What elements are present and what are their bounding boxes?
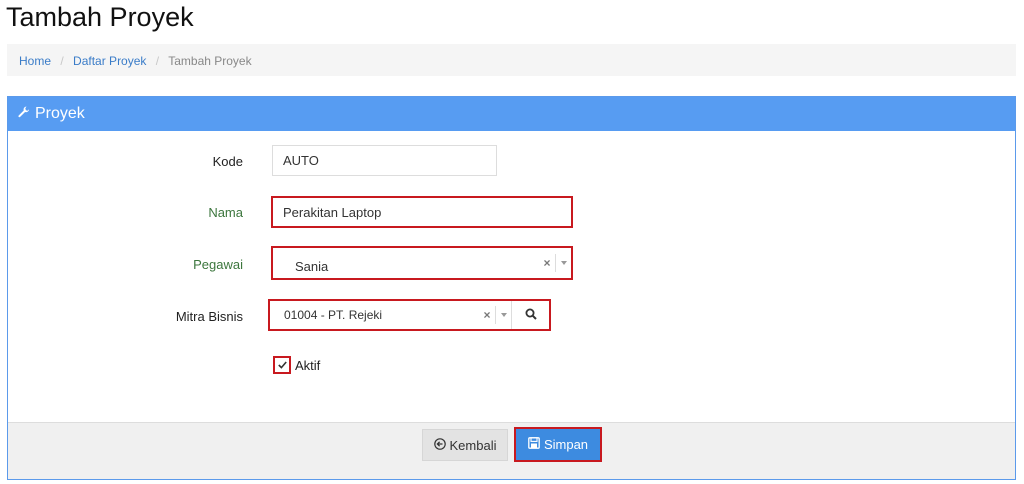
aktif-label[interactable]: Aktif [295, 358, 320, 373]
save-button[interactable]: Simpan [514, 427, 602, 462]
wrench-icon [18, 105, 30, 123]
panel-footer: Kembali Simpan [8, 422, 1015, 479]
nama-value: Perakitan Laptop [283, 204, 382, 220]
pegawai-value: Sania [295, 258, 329, 274]
check-icon [277, 356, 287, 374]
aktif-checkbox[interactable] [273, 356, 291, 374]
mitra-select[interactable]: 01004 - PT. Rejeki × [268, 299, 551, 331]
pegawai-label: Pegawai [193, 257, 243, 272]
breadcrumb-home-link[interactable]: Home [19, 54, 51, 68]
back-button[interactable]: Kembali [422, 429, 508, 461]
back-arrow-icon [433, 437, 446, 453]
nama-field[interactable]: Perakitan Laptop [271, 196, 573, 228]
mitra-label: Mitra Bisnis [175, 309, 243, 324]
back-button-label: Kembali [449, 437, 497, 453]
breadcrumb-separator: / [60, 54, 64, 68]
panel-heading: Proyek [8, 97, 1015, 131]
breadcrumb: Home / Daftar Proyek / Tambah Proyek [7, 44, 1016, 76]
kode-value: AUTO [283, 153, 319, 168]
chevron-down-icon[interactable] [495, 306, 511, 324]
breadcrumb-current: Tambah Proyek [168, 54, 252, 68]
pegawai-select[interactable]: Sania × [271, 246, 573, 280]
save-button-label: Simpan [543, 437, 589, 452]
clear-icon[interactable]: × [479, 308, 495, 322]
page-title: Tambah Proyek [6, 2, 194, 32]
search-button[interactable] [511, 301, 549, 329]
aktif-checkbox-group: Aktif [273, 356, 320, 374]
breadcrumb-separator: / [155, 54, 160, 68]
clear-icon[interactable]: × [539, 256, 555, 270]
mitra-value: 01004 - PT. Rejeki [284, 308, 383, 322]
kode-label: Kode [212, 154, 243, 169]
breadcrumb-list-link[interactable]: Daftar Proyek [73, 54, 146, 68]
kode-field[interactable]: AUTO [272, 145, 497, 176]
nama-label: Nama [208, 205, 243, 220]
floppy-disk-icon [528, 437, 540, 452]
chevron-down-icon[interactable] [555, 254, 571, 272]
search-icon [525, 308, 537, 323]
panel-title: Proyek [35, 105, 85, 122]
